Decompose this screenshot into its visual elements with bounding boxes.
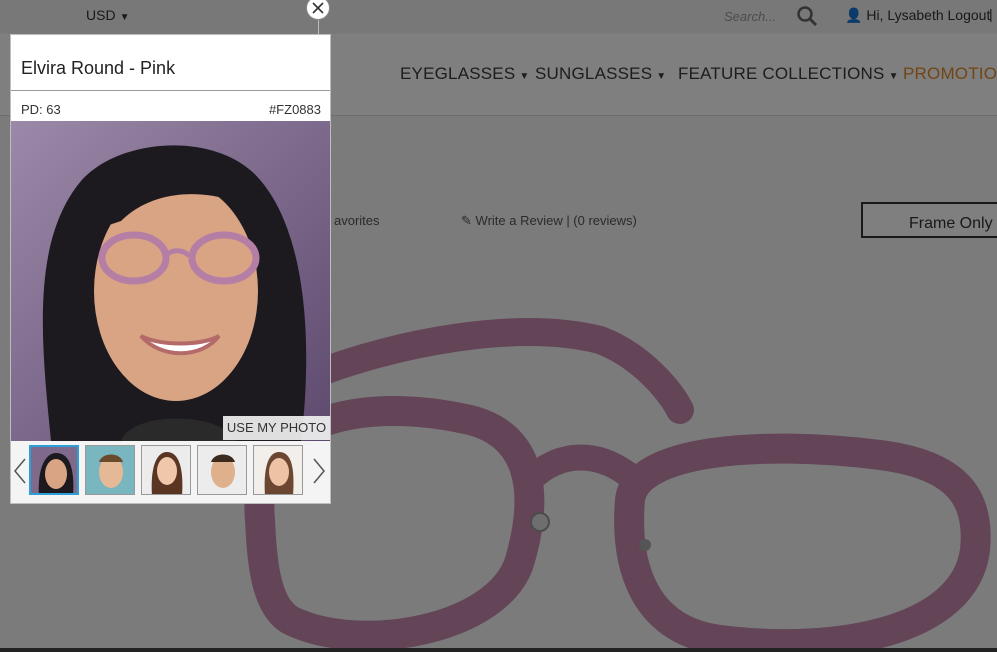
close-button[interactable] <box>306 0 330 20</box>
page-bottom-edge <box>0 648 997 652</box>
thumbnail-model-3[interactable] <box>141 445 191 495</box>
close-connector <box>318 20 319 35</box>
thumbnail-model-4[interactable] <box>197 445 247 495</box>
product-title: Elvira Round - Pink <box>21 58 176 78</box>
model-face-image <box>254 446 302 494</box>
divider <box>11 90 330 91</box>
pupillary-distance: PD: 63 <box>21 102 61 117</box>
product-sku: #FZ0883 <box>268 102 321 117</box>
try-on-photo <box>11 121 330 441</box>
close-icon <box>312 2 324 14</box>
thumbnail-model-2[interactable] <box>85 445 135 495</box>
model-face-image <box>198 446 246 494</box>
chevron-left-icon[interactable] <box>13 457 27 485</box>
chevron-right-icon[interactable] <box>312 457 326 485</box>
model-face-image <box>142 446 190 494</box>
virtual-try-on-popup: Elvira Round - Pink PD: 63 #FZ0883 USE M… <box>10 34 331 504</box>
use-my-photo-button[interactable]: USE MY PHOTO <box>223 416 330 440</box>
thumbnail-model-5[interactable] <box>253 445 303 495</box>
model-face-image <box>86 446 134 494</box>
model-thumbnail-strip <box>11 441 330 503</box>
model-face-image <box>31 447 77 493</box>
thumbnail-model-1[interactable] <box>29 445 79 495</box>
